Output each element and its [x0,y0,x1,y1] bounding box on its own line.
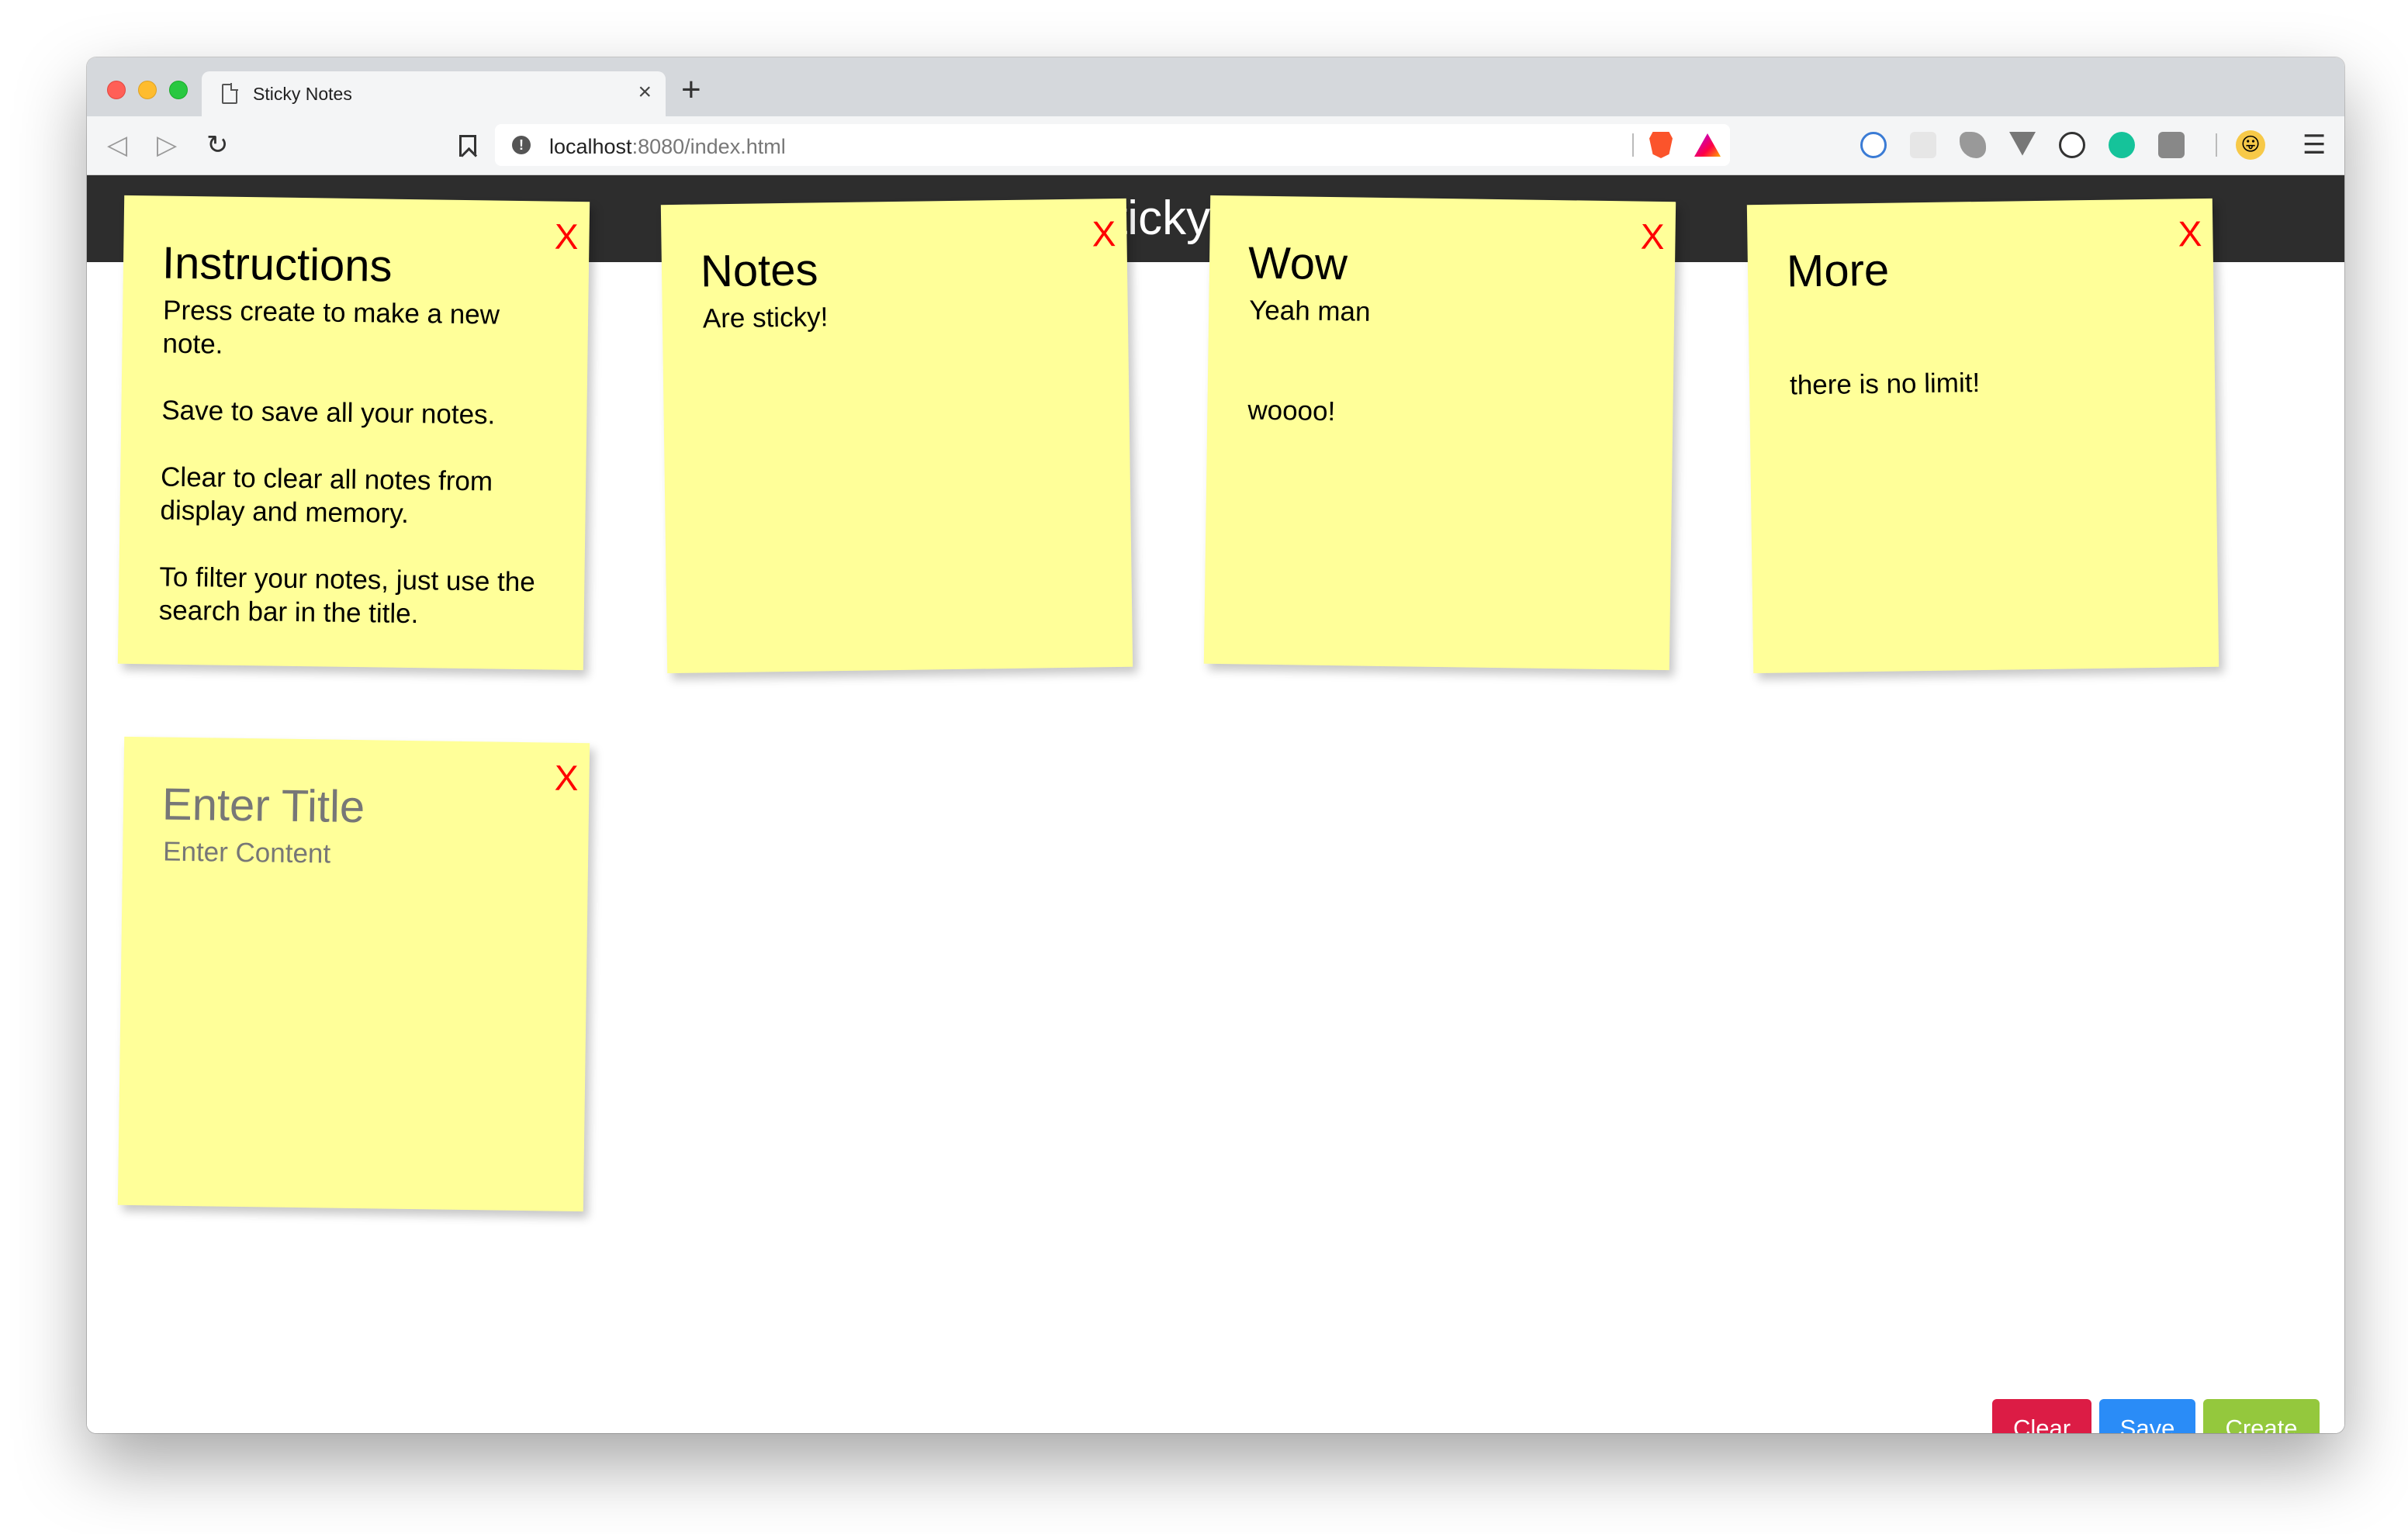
bookmark-icon[interactable] [459,135,476,157]
note-title[interactable]: Notes [701,241,1066,298]
note-close-button[interactable]: X [1092,213,1116,254]
tab-close-icon[interactable]: × [638,81,652,104]
extension-circle-icon[interactable] [2059,132,2085,158]
password-manager-icon[interactable] [1860,132,1887,158]
note-line: Press create to make a new note. [162,295,500,360]
url-text[interactable]: localhost:8080/index.html [549,135,786,159]
note-close-button[interactable]: X [1641,216,1665,257]
browser-window: Sticky Notes × + ◁ ▷ ↻ ! localhost:8080/… [87,57,2344,1433]
url-divider [1632,133,1634,157]
maximize-window-button[interactable] [169,81,188,99]
extension-briefcase-icon[interactable] [2158,132,2185,158]
note-title-placeholder[interactable]: Enter Title [162,779,528,836]
note-content[interactable]: Yeah man woooo! [1247,294,1629,433]
save-button[interactable]: Save [2099,1399,2195,1433]
sticky-note-new[interactable]: X Enter Title Enter Content [117,736,590,1212]
site-info-icon[interactable]: ! [512,136,531,154]
url-path: :8080/index.html [631,135,786,158]
profile-avatar[interactable]: 😛 [2236,130,2265,160]
note-line [1248,327,1629,366]
address-bar[interactable]: ! localhost:8080/index.html [495,124,1730,166]
note-line: To filter your notes, just use the searc… [158,561,536,630]
page-content: Sticky Notes X Instructions Press create… [87,175,2344,1433]
menu-icon[interactable]: ☰ [2302,130,2326,160]
note-line: woooo! [1247,395,1336,427]
note-line [161,427,541,466]
note-line [162,361,543,399]
note-title[interactable]: Wow [1248,238,1614,295]
forward-icon[interactable]: ▷ [157,130,177,160]
new-tab-button[interactable]: + [681,73,701,107]
page-icon [222,83,238,104]
browser-toolbar: ◁ ▷ ↻ ! localhost:8080/index.html 😛 ☰ [87,116,2344,175]
extension-grid-icon[interactable] [1910,132,1936,158]
tab-strip: Sticky Notes × + [87,57,2344,116]
back-icon[interactable]: ◁ [107,130,127,160]
note-close-button[interactable]: X [2178,213,2202,254]
note-line [1789,297,2170,336]
sticky-note[interactable]: X More there is no limit! [1746,198,2219,674]
tab-title: Sticky Notes [253,84,352,104]
note-line: there is no limit! [1789,368,1981,401]
note-close-button[interactable]: X [555,758,579,798]
screenshot-stage: Sticky Notes × + ◁ ▷ ↻ ! localhost:8080/… [0,0,2408,1534]
clear-button[interactable]: Clear [1992,1399,2091,1433]
url-host: localhost [549,135,632,158]
sticky-note[interactable]: X Instructions Press create to make a ne… [117,195,590,671]
sticky-note[interactable]: X Wow Yeah man woooo! [1203,195,1676,671]
note-content-placeholder[interactable]: Enter Content [163,835,544,874]
note-line [1789,330,2170,369]
sticky-note[interactable]: X Notes Are sticky! [660,198,1133,674]
note-line: Clear to clear all notes from display an… [160,461,493,529]
note-title[interactable]: More [1787,241,2152,298]
brave-rewards-icon[interactable] [1694,133,1721,157]
note-line: Yeah man [1248,295,1371,327]
note-close-button[interactable]: X [555,216,579,257]
close-window-button[interactable] [107,81,126,99]
note-line [160,527,541,566]
minimize-window-button[interactable] [138,81,157,99]
note-content[interactable]: Press create to make a new note. Save to… [158,294,543,633]
extension-divider [2216,133,2217,157]
reload-icon[interactable]: ↻ [206,130,229,160]
note-line: Enter Content [162,836,331,869]
note-title[interactable]: Instructions [162,238,528,295]
note-line [1248,361,1629,399]
note-content[interactable]: Are sticky! [703,297,1084,336]
extension-leaf-icon[interactable] [1960,132,1986,158]
brave-shields-icon[interactable] [1649,132,1673,158]
grammarly-icon[interactable] [2109,132,2135,158]
vue-devtools-icon[interactable] [2009,132,2036,156]
tab-sticky-notes[interactable]: Sticky Notes × [202,71,666,116]
note-content[interactable]: there is no limit! [1789,297,2171,403]
create-button[interactable]: Create [2203,1399,2320,1433]
note-line: Are sticky! [702,302,829,334]
note-line: Save to save all your notes. [161,395,496,430]
